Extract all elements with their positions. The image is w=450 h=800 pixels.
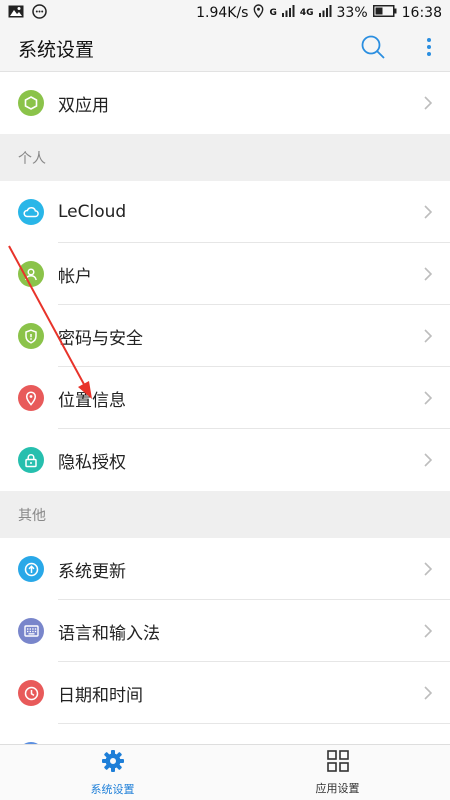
bottom-nav: 系统设置 应用设置 — [0, 744, 450, 800]
chevron-right-icon — [424, 205, 432, 219]
setting-label: LeCloud — [58, 202, 127, 222]
gear-icon — [101, 749, 125, 777]
setting-row-system-update[interactable]: 系统更新 — [0, 538, 450, 600]
network-type-g: G — [269, 8, 277, 18]
section-header-personal: 个人 — [0, 134, 450, 181]
battery-percent: 33% — [336, 5, 368, 21]
setting-row-privacy[interactable]: 隐私授权 — [0, 429, 450, 491]
location-status-icon — [253, 4, 264, 22]
search-icon[interactable] — [360, 34, 386, 64]
chevron-right-icon — [424, 267, 432, 281]
chat-notification-icon — [32, 3, 47, 23]
chevron-right-icon — [424, 329, 432, 343]
clock-icon — [18, 680, 44, 706]
setting-label: 隐私授权 — [58, 452, 126, 473]
nav-label: 系统设置 — [90, 782, 135, 796]
app-bar: 系统设置 — [0, 26, 450, 72]
setting-row-partial[interactable] — [0, 724, 450, 744]
grid-icon — [326, 749, 349, 776]
chevron-right-icon — [424, 453, 432, 467]
hexagon-icon — [18, 90, 44, 116]
setting-label: 密码与安全 — [58, 328, 143, 349]
network-speed: 1.94K/s — [196, 5, 249, 21]
clock-time: 16:38 — [401, 5, 442, 21]
setting-label: 位置信息 — [58, 390, 126, 411]
cloud-icon — [18, 199, 44, 225]
status-bar: 1.94K/s G 4G 33% 16:38 — [0, 0, 450, 26]
setting-label: 帐户 — [58, 266, 92, 287]
chevron-right-icon — [424, 624, 432, 638]
more-vert-icon[interactable] — [426, 37, 432, 61]
page-title: 系统设置 — [18, 39, 95, 61]
setting-label: 日期和时间 — [58, 685, 143, 706]
section-header-other: 其他 — [0, 491, 450, 538]
chevron-right-icon — [424, 96, 432, 110]
shield-icon — [18, 323, 44, 349]
setting-row-location[interactable]: 位置信息 — [0, 367, 450, 429]
chevron-right-icon — [424, 562, 432, 576]
setting-row-language-input[interactable]: 语言和输入法 — [0, 600, 450, 662]
chevron-right-icon — [424, 391, 432, 405]
gallery-notification-icon — [8, 5, 24, 22]
keyboard-icon — [18, 618, 44, 644]
person-icon — [18, 261, 44, 287]
signal-icon-1 — [281, 5, 295, 21]
setting-label: 语言和输入法 — [58, 623, 160, 644]
battery-icon — [372, 5, 397, 21]
update-arrow-icon — [18, 556, 44, 582]
nav-app-settings[interactable]: 应用设置 — [225, 745, 450, 800]
network-type-4g: 4G — [299, 8, 314, 18]
setting-label: 双应用 — [58, 95, 109, 116]
settings-list: 双应用 个人 LeCloud 帐户 密码与安全 位置信息 隐私授权 其他 系统更… — [0, 72, 450, 744]
signal-icon-2 — [318, 5, 332, 21]
setting-row-date-time[interactable]: 日期和时间 — [0, 662, 450, 724]
location-pin-icon — [18, 385, 44, 411]
setting-row-dual-app[interactable]: 双应用 — [0, 72, 450, 134]
chevron-right-icon — [424, 686, 432, 700]
setting-row-account[interactable]: 帐户 — [0, 243, 450, 305]
nav-label: 应用设置 — [315, 781, 360, 795]
setting-row-lecloud[interactable]: LeCloud — [0, 181, 450, 243]
lock-icon — [18, 447, 44, 473]
setting-label: 系统更新 — [58, 561, 126, 582]
nav-system-settings[interactable]: 系统设置 — [0, 745, 225, 800]
setting-row-password-security[interactable]: 密码与安全 — [0, 305, 450, 367]
